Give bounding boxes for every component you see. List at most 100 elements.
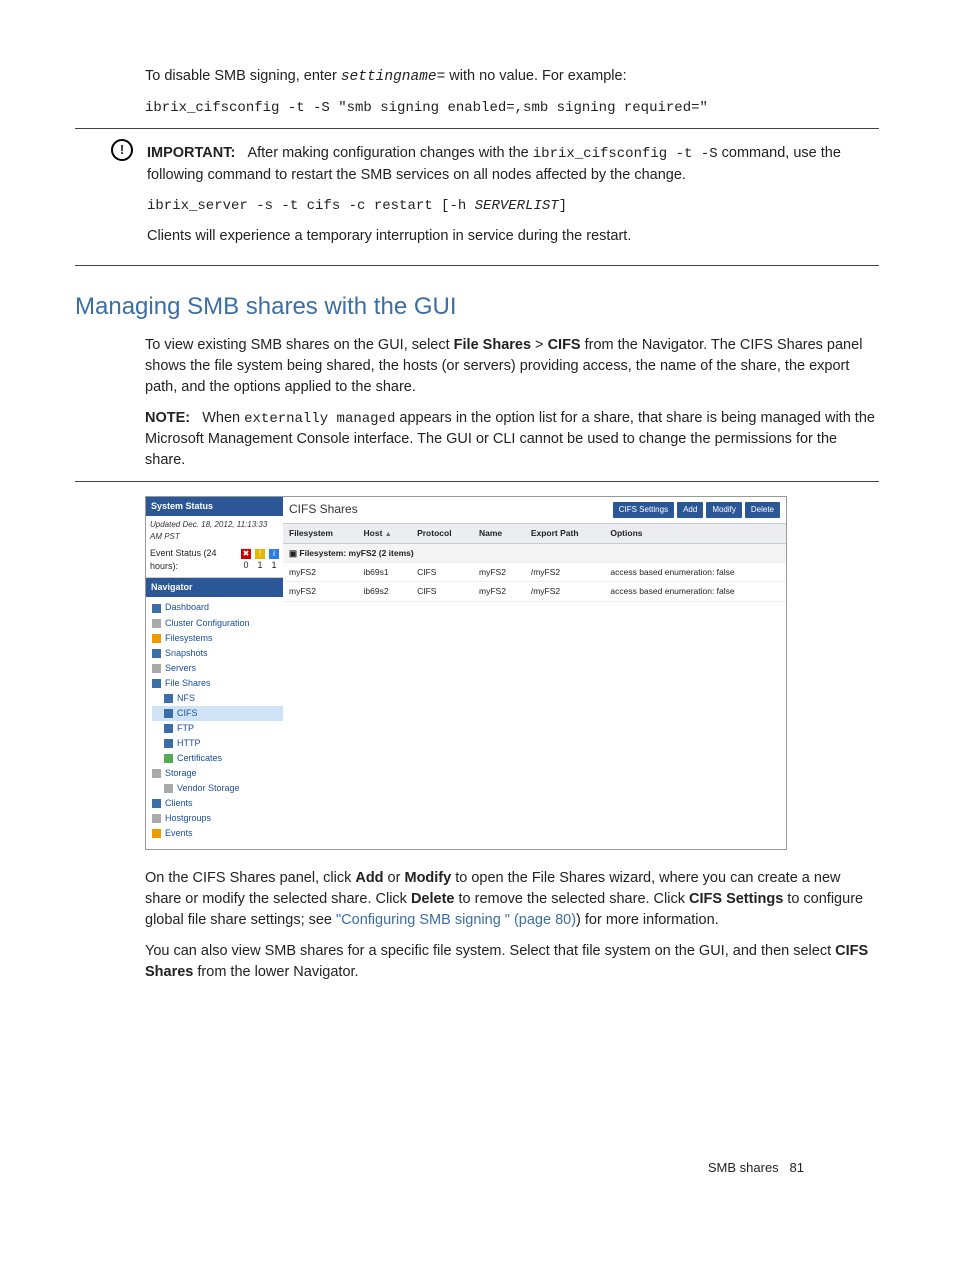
col-filesystem[interactable]: Filesystem bbox=[283, 524, 358, 544]
nav-item-events[interactable]: Events bbox=[152, 826, 283, 841]
modify-button[interactable]: Modify bbox=[706, 502, 742, 518]
warning-count: 1 bbox=[255, 559, 265, 572]
disable-signing-intro: To disable SMB signing, enter settingnam… bbox=[145, 66, 879, 88]
nav-label: File Shares bbox=[165, 677, 211, 690]
col-protocol[interactable]: Protocol bbox=[411, 524, 473, 544]
nav-item-snapshots[interactable]: Snapshots bbox=[152, 646, 283, 661]
nav-label: NFS bbox=[177, 692, 195, 705]
panel-titlebar: CIFS Shares CIFS Settings Add Modify Del… bbox=[283, 497, 786, 523]
table-group-row[interactable]: ▣ Filesystem: myFS2 (2 items) bbox=[283, 543, 786, 562]
nav-item-certificates[interactable]: Certificates bbox=[152, 751, 283, 766]
note-block: NOTE: When externally managed appears in… bbox=[145, 408, 879, 471]
col-host-label: Host bbox=[364, 528, 383, 538]
important-icon: ! bbox=[111, 139, 133, 161]
nav-label: Hostgroups bbox=[165, 812, 211, 825]
col-name[interactable]: Name bbox=[473, 524, 525, 544]
nav-item-cifs[interactable]: CIFS bbox=[152, 706, 283, 721]
text: You can also view SMB shares for a speci… bbox=[145, 943, 835, 959]
nav-item-servers[interactable]: Servers bbox=[152, 661, 283, 676]
event-status-label: Event Status (24 hours): bbox=[150, 547, 241, 573]
table-row[interactable]: myFS2ib69s2CIFSmyFS2/myFS2access based e… bbox=[283, 582, 786, 601]
nav-item-hostgroups[interactable]: Hostgroups bbox=[152, 811, 283, 826]
event-status-row: Event Status (24 hours): ✖ 0 ! 1 i 1 bbox=[146, 545, 283, 578]
delete-button[interactable]: Delete bbox=[745, 502, 780, 518]
col-host[interactable]: Host ▲ bbox=[358, 524, 412, 544]
table-cell: /myFS2 bbox=[525, 582, 605, 601]
section-heading: Managing SMB shares with the GUI bbox=[75, 290, 879, 325]
table-cell: myFS2 bbox=[473, 582, 525, 601]
table-cell: ib69s1 bbox=[358, 562, 412, 581]
gui-main-panel: CIFS Shares CIFS Settings Add Modify Del… bbox=[283, 497, 786, 849]
error-count: 0 bbox=[241, 559, 251, 572]
important-block: ! IMPORTANT: After making configuration … bbox=[75, 137, 879, 257]
file-shares-label: File Shares bbox=[454, 337, 531, 353]
nav-label: Vendor Storage bbox=[177, 782, 240, 795]
nav-label: Filesystems bbox=[165, 632, 213, 645]
code-part: ] bbox=[559, 198, 567, 214]
nav-item-filesystems[interactable]: Filesystems bbox=[152, 631, 283, 646]
nav-icon bbox=[164, 739, 173, 748]
code-part: ibrix_server -s -t cifs -c restart [-h bbox=[147, 198, 475, 214]
text: When bbox=[202, 410, 244, 426]
nav-item-ftp[interactable]: FTP bbox=[152, 721, 283, 736]
table-cell: myFS2 bbox=[473, 562, 525, 581]
table-cell: ib69s2 bbox=[358, 582, 412, 601]
cifs-settings-label: CIFS Settings bbox=[689, 891, 783, 907]
table-row[interactable]: myFS2ib69s1CIFSmyFS2/myFS2access based e… bbox=[283, 562, 786, 581]
navigator-header: Navigator bbox=[146, 578, 283, 597]
nav-icon bbox=[164, 709, 173, 718]
nav-item-cluster-configuration[interactable]: Cluster Configuration bbox=[152, 616, 283, 631]
important-after: Clients will experience a temporary inte… bbox=[147, 226, 879, 247]
para-panel-actions: On the CIFS Shares panel, click Add or M… bbox=[145, 868, 879, 931]
divider bbox=[75, 128, 879, 129]
shares-table: Filesystem Host ▲ Protocol Name Export P… bbox=[283, 524, 786, 602]
nav-label: Clients bbox=[165, 797, 193, 810]
table-cell: myFS2 bbox=[283, 562, 358, 581]
configuring-smb-link[interactable]: "Configuring SMB signing " (page 80) bbox=[336, 912, 576, 928]
nav-label: Certificates bbox=[177, 752, 222, 765]
nav-icon bbox=[164, 784, 173, 793]
col-options[interactable]: Options bbox=[604, 524, 786, 544]
nav-label: Snapshots bbox=[165, 647, 208, 660]
page-footer: SMB shares 81 bbox=[708, 1159, 804, 1178]
nav-item-storage[interactable]: Storage bbox=[152, 766, 283, 781]
nav-icon bbox=[152, 799, 161, 808]
nav-label: Cluster Configuration bbox=[165, 617, 250, 630]
text: ) for more information. bbox=[576, 912, 719, 928]
nav-label: Dashboard bbox=[165, 601, 209, 614]
nav-label: FTP bbox=[177, 722, 194, 735]
nav-label: Events bbox=[165, 827, 193, 840]
text: To disable SMB signing, enter bbox=[145, 68, 341, 84]
info-icon: i bbox=[269, 549, 279, 559]
navigator-list: Dashboard Cluster Configuration Filesystem… bbox=[146, 597, 283, 849]
info-count: 1 bbox=[269, 559, 279, 572]
cifs-settings-button[interactable]: CIFS Settings bbox=[613, 502, 674, 518]
text: After making configuration changes with … bbox=[247, 145, 532, 161]
text: to remove the selected share. Click bbox=[454, 891, 689, 907]
nav-item-http[interactable]: HTTP bbox=[152, 736, 283, 751]
nav-item-clients[interactable]: Clients bbox=[152, 796, 283, 811]
nav-icon bbox=[152, 829, 161, 838]
error-icon: ✖ bbox=[241, 549, 251, 559]
text: To view existing SMB shares on the GUI, … bbox=[145, 337, 454, 353]
nav-item-vendor-storage[interactable]: Vendor Storage bbox=[152, 781, 283, 796]
footer-label: SMB shares bbox=[708, 1160, 779, 1175]
nav-item-dashboard[interactable]: Dashboard bbox=[152, 600, 283, 615]
nav-item-nfs[interactable]: NFS bbox=[152, 691, 283, 706]
add-button[interactable]: Add bbox=[677, 502, 703, 518]
important-text: IMPORTANT: After making configuration ch… bbox=[147, 143, 879, 185]
nav-item-file-shares[interactable]: File Shares bbox=[152, 676, 283, 691]
nav-icon bbox=[164, 694, 173, 703]
gui-sidebar: System Status Updated Dec. 18, 2012, 11:… bbox=[146, 497, 283, 849]
col-export-path[interactable]: Export Path bbox=[525, 524, 605, 544]
nav-icon bbox=[164, 724, 173, 733]
table-cell: CIFS bbox=[411, 562, 473, 581]
nav-label: Servers bbox=[165, 662, 196, 675]
gui-screenshot: System Status Updated Dec. 18, 2012, 11:… bbox=[145, 496, 787, 850]
text: On the CIFS Shares panel, click bbox=[145, 870, 355, 886]
warning-icon: ! bbox=[255, 549, 265, 559]
sort-asc-icon: ▲ bbox=[385, 531, 392, 538]
nav-label: CIFS bbox=[177, 707, 198, 720]
para-specific-fs: You can also view SMB shares for a speci… bbox=[145, 941, 879, 983]
panel-buttons: CIFS Settings Add Modify Delete bbox=[613, 502, 780, 518]
